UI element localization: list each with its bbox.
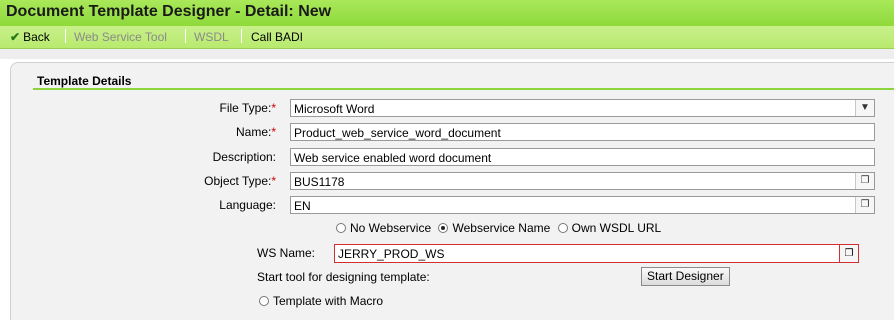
section-divider <box>33 88 894 90</box>
language-value: EN <box>294 199 311 213</box>
language-input[interactable]: EN ❐ <box>290 196 875 214</box>
chevron-down-icon[interactable]: ▼ <box>855 100 874 116</box>
template-with-macro-option[interactable]: Template with Macro <box>259 294 383 308</box>
web-service-tool-button[interactable]: Web Service Tool <box>74 30 167 44</box>
value-help-icon[interactable]: ❐ <box>855 197 874 213</box>
toolbar-separator <box>65 29 66 43</box>
radio-icon <box>259 296 269 306</box>
file-type-select[interactable]: Microsoft Word ▼ <box>290 99 875 117</box>
name-input[interactable]: Product_web_service_word_document <box>290 123 875 141</box>
value-help-icon[interactable]: ❐ <box>855 173 874 189</box>
file-type-label: File Type:* <box>219 101 276 115</box>
value-help-icon[interactable]: ❐ <box>839 245 858 262</box>
required-marker: * <box>271 125 276 139</box>
back-button[interactable]: ✔ Back <box>10 30 50 44</box>
name-label: Name:* <box>235 125 276 139</box>
description-value: Web service enabled word document <box>294 151 492 165</box>
required-marker: * <box>271 101 276 115</box>
radio-icon <box>336 223 346 233</box>
file-type-value: Microsoft Word <box>294 102 375 116</box>
page-title: Document Template Designer - Detail: New <box>6 3 332 20</box>
toolbar-separator <box>241 29 242 43</box>
description-label: Description: <box>212 150 276 164</box>
toolbar: ✔ Back Web Service Tool WSDL Call BADI <box>0 26 894 49</box>
wsdl-button[interactable]: WSDL <box>194 30 229 44</box>
radio-selected-icon <box>438 223 449 233</box>
header-band <box>0 49 894 59</box>
back-label: Back <box>23 30 50 44</box>
language-label: Language: <box>219 198 276 212</box>
designer-label: Start tool for designing template: <box>257 270 430 284</box>
section-title: Template Details <box>37 74 132 88</box>
description-input[interactable]: Web service enabled word document <box>290 148 875 166</box>
name-value: Product_web_service_word_document <box>294 126 501 140</box>
radio-icon <box>557 223 568 233</box>
object-type-label: Object Type:* <box>204 174 276 188</box>
required-marker: * <box>271 174 276 188</box>
start-designer-button[interactable]: Start Designer <box>641 267 730 286</box>
title-bar: Document Template Designer - Detail: New <box>0 0 894 26</box>
radio-own-wsdl-url[interactable]: Own WSDL URL <box>557 221 661 235</box>
ws-name-value: JERRY_PROD_WS <box>338 247 445 261</box>
toolbar-separator <box>185 29 186 43</box>
check-icon: ✔ <box>10 30 21 44</box>
radio-no-webservice[interactable]: No Webservice <box>336 221 431 235</box>
call-badi-button[interactable]: Call BADI <box>251 30 303 44</box>
object-type-input[interactable]: BUS1178 ❐ <box>290 172 875 190</box>
ws-name-input[interactable]: JERRY_PROD_WS ❐ <box>334 244 859 263</box>
webservice-options: No Webservice Webservice Name Own WSDL U… <box>336 221 661 235</box>
object-type-value: BUS1178 <box>294 175 345 189</box>
ws-name-label: WS Name: <box>257 246 316 260</box>
radio-webservice-name[interactable]: Webservice Name <box>438 221 550 235</box>
